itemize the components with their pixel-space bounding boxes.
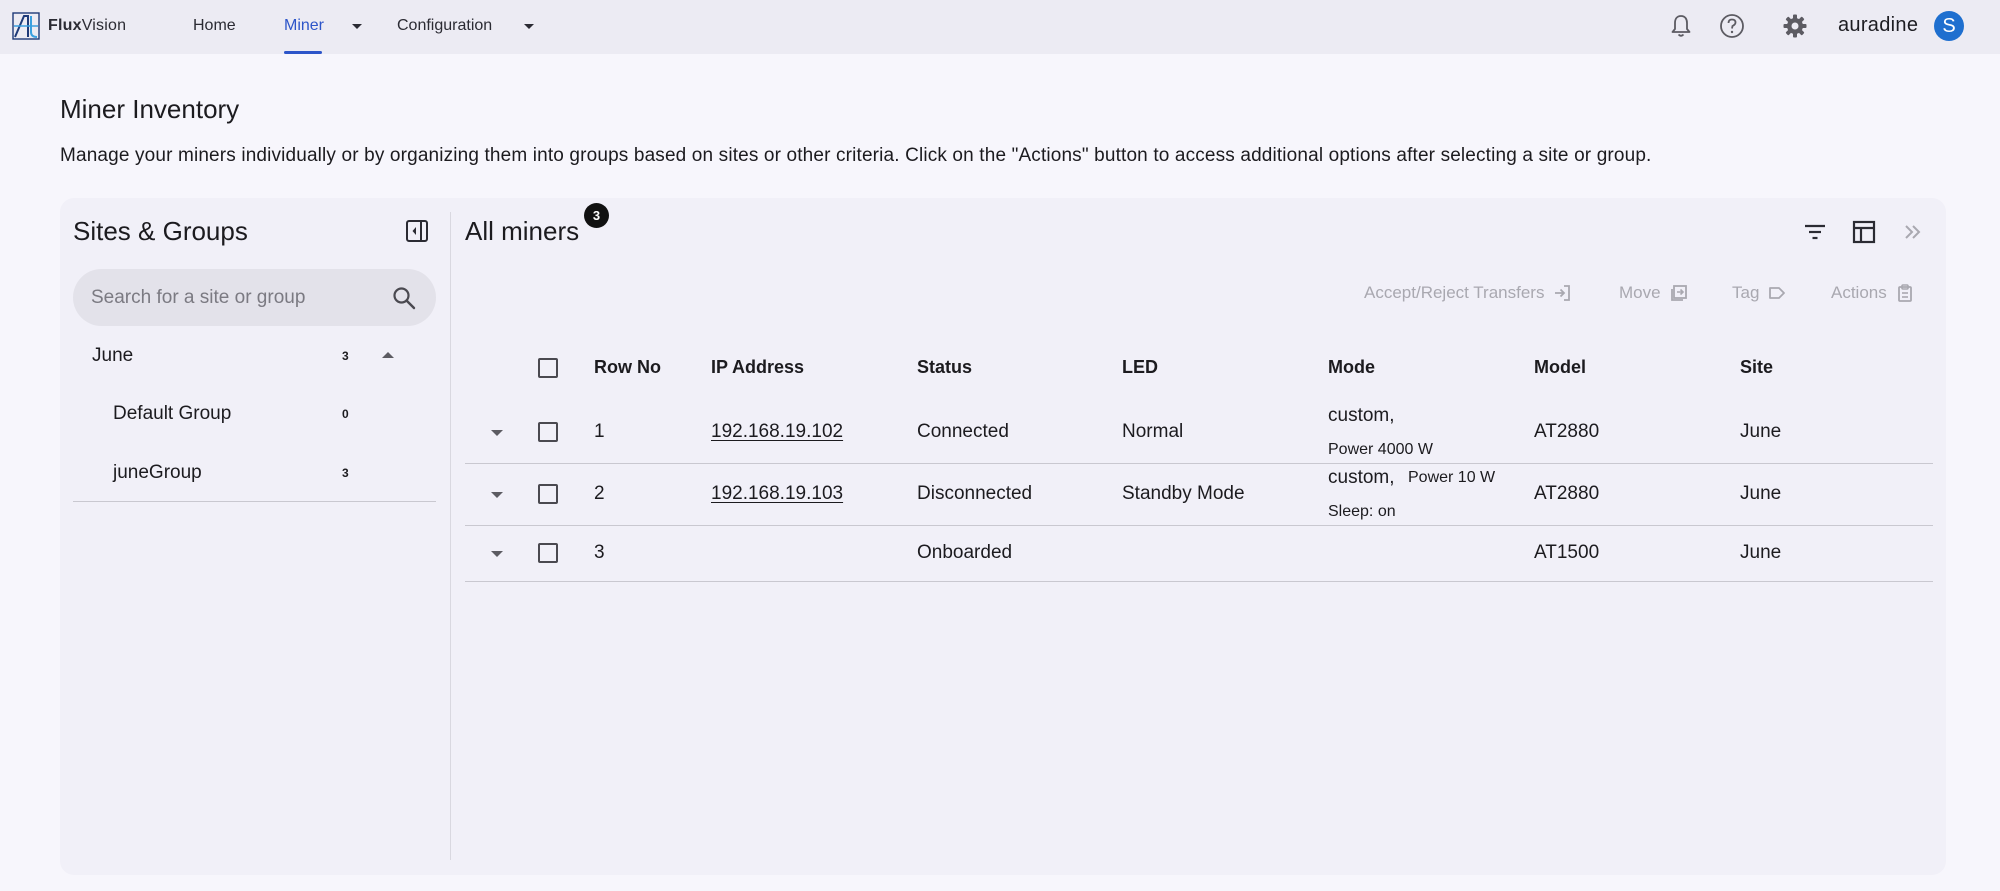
row-divider [465, 581, 1933, 582]
actions-button[interactable]: Actions [1831, 283, 1915, 303]
avatar[interactable]: S [1934, 11, 1964, 41]
tree-group-count: 3 [342, 466, 349, 480]
move-button[interactable]: Move [1619, 283, 1689, 303]
column-header-ip-address[interactable]: IP Address [711, 357, 804, 378]
row-number: 1 [594, 421, 605, 442]
miner-count-badge: 3 [584, 203, 609, 228]
column-header-site[interactable]: Site [1740, 357, 1773, 378]
site-text: June [1740, 542, 1782, 563]
move-label: Move [1619, 283, 1661, 302]
search-input[interactable] [91, 285, 381, 311]
configuration-dropdown-icon[interactable] [524, 24, 534, 29]
tree-divider [73, 501, 436, 502]
tree-group-default[interactable]: Default Group [113, 403, 231, 425]
tag-icon [1769, 287, 1786, 299]
status-text: Connected [917, 421, 1009, 442]
row-number: 3 [594, 542, 605, 563]
chevron-down-icon[interactable] [491, 430, 503, 436]
tree-site-june[interactable]: June [92, 345, 133, 367]
tree-group-count: 0 [342, 407, 349, 421]
nav-miner[interactable]: Miner [284, 17, 324, 35]
logo-mark [12, 12, 40, 40]
model-text: AT2880 [1534, 483, 1600, 504]
tree-group-junegroup[interactable]: juneGroup [113, 462, 202, 484]
led-text: Standby Mode [1122, 483, 1245, 504]
model-text: AT2880 [1534, 421, 1600, 442]
top-bar: FluxVision Home Miner Configuration aura… [0, 0, 2000, 54]
mode-sleep: Sleep: on [1328, 503, 1396, 520]
bell-icon[interactable] [1667, 12, 1695, 40]
page-title: Miner Inventory [60, 94, 240, 124]
mode-power: Power 4000 W [1328, 441, 1433, 458]
led-text: Normal [1122, 421, 1184, 442]
ip-address-link[interactable]: 192.168.19.103 [711, 483, 843, 505]
double-chevron-right-icon[interactable] [1899, 218, 1927, 246]
status-text: Disconnected [917, 483, 1033, 504]
chevron-down-icon[interactable] [491, 551, 503, 557]
search-icon[interactable] [391, 285, 417, 311]
chevron-up-icon[interactable] [382, 352, 394, 358]
nav-home[interactable]: Home [193, 17, 236, 35]
panel-divider [450, 212, 451, 860]
page-description: Manage your miners individually or by or… [60, 145, 1652, 166]
sites-groups-title: Sites & Groups [73, 216, 248, 246]
site-text: June [1740, 483, 1782, 504]
app-name: FluxVision [48, 17, 127, 34]
brand-name: auradine [1838, 14, 1919, 36]
nav-configuration[interactable]: Configuration [397, 17, 492, 35]
mode-text: custom, [1328, 405, 1395, 426]
actions-label: Actions [1831, 283, 1887, 302]
help-icon[interactable] [1718, 12, 1746, 40]
miner-dropdown-icon[interactable] [352, 24, 362, 29]
row-checkbox[interactable] [538, 543, 558, 563]
accept-reject-label: Accept/Reject Transfers [1364, 283, 1545, 302]
column-header-row-no[interactable]: Row No [594, 357, 661, 378]
accept-transfer-icon [1555, 285, 1571, 301]
column-header-mode[interactable]: Mode [1328, 357, 1375, 378]
select-all-checkbox[interactable] [538, 358, 558, 378]
ip-address-link[interactable]: 192.168.19.102 [711, 421, 843, 443]
clipboard-icon [1897, 284, 1912, 302]
columns-icon[interactable] [1850, 218, 1878, 246]
column-header-model[interactable]: Model [1534, 357, 1586, 378]
model-text: AT1500 [1534, 542, 1600, 563]
accept-reject-transfers-button[interactable]: Accept/Reject Transfers [1364, 283, 1572, 303]
all-miners-title: All miners [465, 216, 580, 246]
site-search [73, 269, 436, 326]
gear-icon[interactable] [1781, 12, 1809, 40]
row-checkbox[interactable] [538, 484, 558, 504]
tag-button[interactable]: Tag [1732, 283, 1787, 303]
chevron-down-icon[interactable] [491, 492, 503, 498]
column-header-status[interactable]: Status [917, 357, 972, 378]
mode-text: custom, [1328, 467, 1395, 488]
mode-power: Power 10 W [1408, 469, 1496, 486]
row-divider [465, 525, 1933, 526]
app-logo[interactable]: FluxVision [12, 12, 126, 40]
move-icon [1670, 285, 1687, 301]
filter-icon[interactable] [1801, 218, 1829, 246]
row-number: 2 [594, 483, 605, 504]
nav-active-indicator [284, 51, 322, 54]
site-text: June [1740, 421, 1782, 442]
tree-site-count: 3 [342, 349, 349, 363]
collapse-panel-icon[interactable] [404, 218, 430, 244]
row-checkbox[interactable] [538, 422, 558, 442]
status-text: Onboarded [917, 542, 1013, 563]
row-divider [465, 463, 1933, 464]
tag-label: Tag [1732, 283, 1760, 302]
column-header-led[interactable]: LED [1122, 357, 1158, 378]
